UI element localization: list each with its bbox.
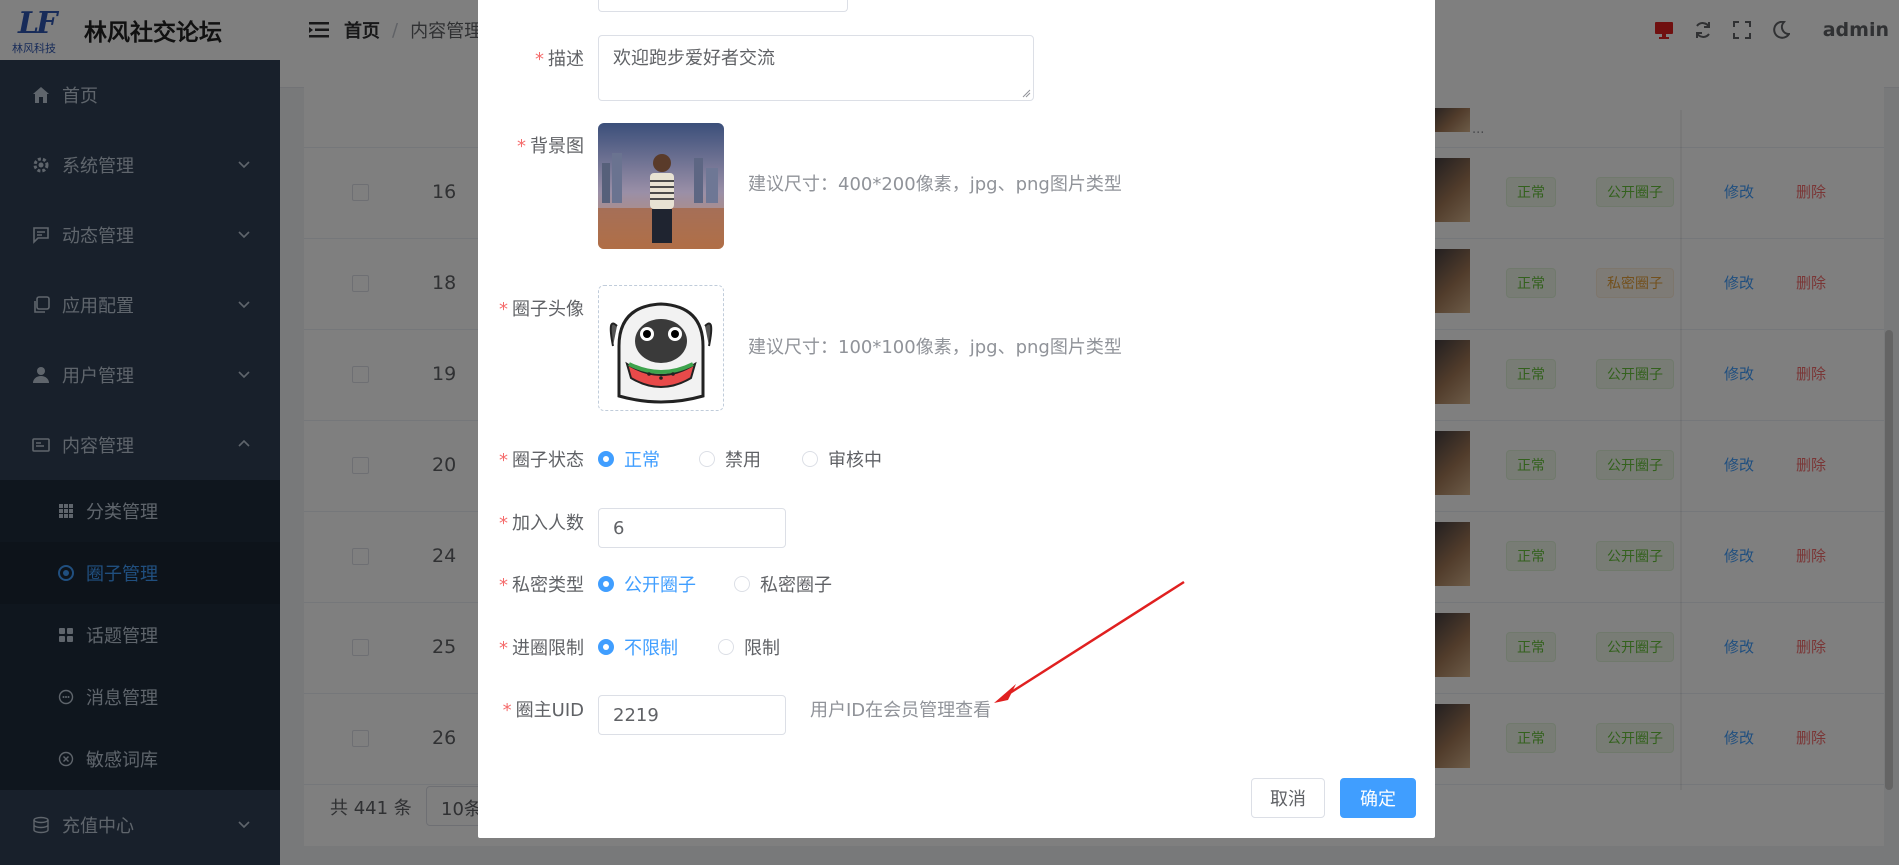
radio-dot	[718, 639, 734, 655]
privacy-radio-private[interactable]: 私密圈子	[734, 571, 832, 597]
status-radio-normal[interactable]: 正常	[598, 446, 660, 472]
resize-handle-icon[interactable]	[1021, 88, 1031, 98]
join-limit-label: * 进圈限制	[499, 638, 584, 659]
radio-dot	[598, 451, 614, 467]
avatar-hint: 建议尺寸：100*100像素，jpg、png图片类型	[748, 337, 1122, 358]
avatar-label: * 圈子头像	[499, 299, 584, 320]
join-count-input[interactable]: 6	[598, 508, 786, 548]
avatar-preview	[599, 286, 723, 410]
annotation-arrow-icon	[994, 580, 1185, 703]
avatar-upload[interactable]	[598, 285, 724, 411]
join-limit-radio-none[interactable]: 不限制	[598, 634, 678, 660]
radio-dot	[802, 451, 818, 467]
desc-text: 欢迎跑步爱好者交流	[613, 48, 775, 69]
desc-label: * 描述	[535, 49, 584, 70]
category-select-partial[interactable]	[598, 0, 848, 12]
confirm-button[interactable]: 确定	[1340, 778, 1416, 818]
cancel-button[interactable]: 取消	[1251, 778, 1325, 818]
radio-dot	[699, 451, 715, 467]
radio-dot	[598, 576, 614, 592]
owner-uid-hint: 用户ID在会员管理查看	[810, 700, 992, 721]
owner-uid-input[interactable]: 2219	[598, 695, 786, 735]
radio-dot	[734, 576, 750, 592]
status-label: * 圈子状态	[499, 450, 584, 471]
status-radio-reviewing[interactable]: 审核中	[802, 446, 882, 472]
join-limit-radio-limited[interactable]: 限制	[718, 634, 780, 660]
radio-dot	[598, 639, 614, 655]
desc-textarea[interactable]: 欢迎跑步爱好者交流	[598, 35, 1034, 101]
bg-image-upload[interactable]	[598, 123, 724, 249]
bg-image-label: * 背景图	[517, 136, 584, 157]
bg-image-preview	[598, 123, 724, 249]
bg-image-hint: 建议尺寸：400*200像素，jpg、png图片类型	[748, 174, 1122, 195]
owner-uid-label: * 圈主UID	[502, 700, 584, 721]
privacy-radio-public[interactable]: 公开圈子	[598, 571, 696, 597]
edit-circle-dialog: * 描述 欢迎跑步爱好者交流 * 背景图 建议尺寸：400*200像素，jpg、pn…	[478, 0, 1435, 838]
status-radio-disabled[interactable]: 禁用	[699, 446, 761, 472]
privacy-label: * 私密类型	[499, 575, 584, 596]
join-count-label: * 加入人数	[499, 513, 584, 534]
